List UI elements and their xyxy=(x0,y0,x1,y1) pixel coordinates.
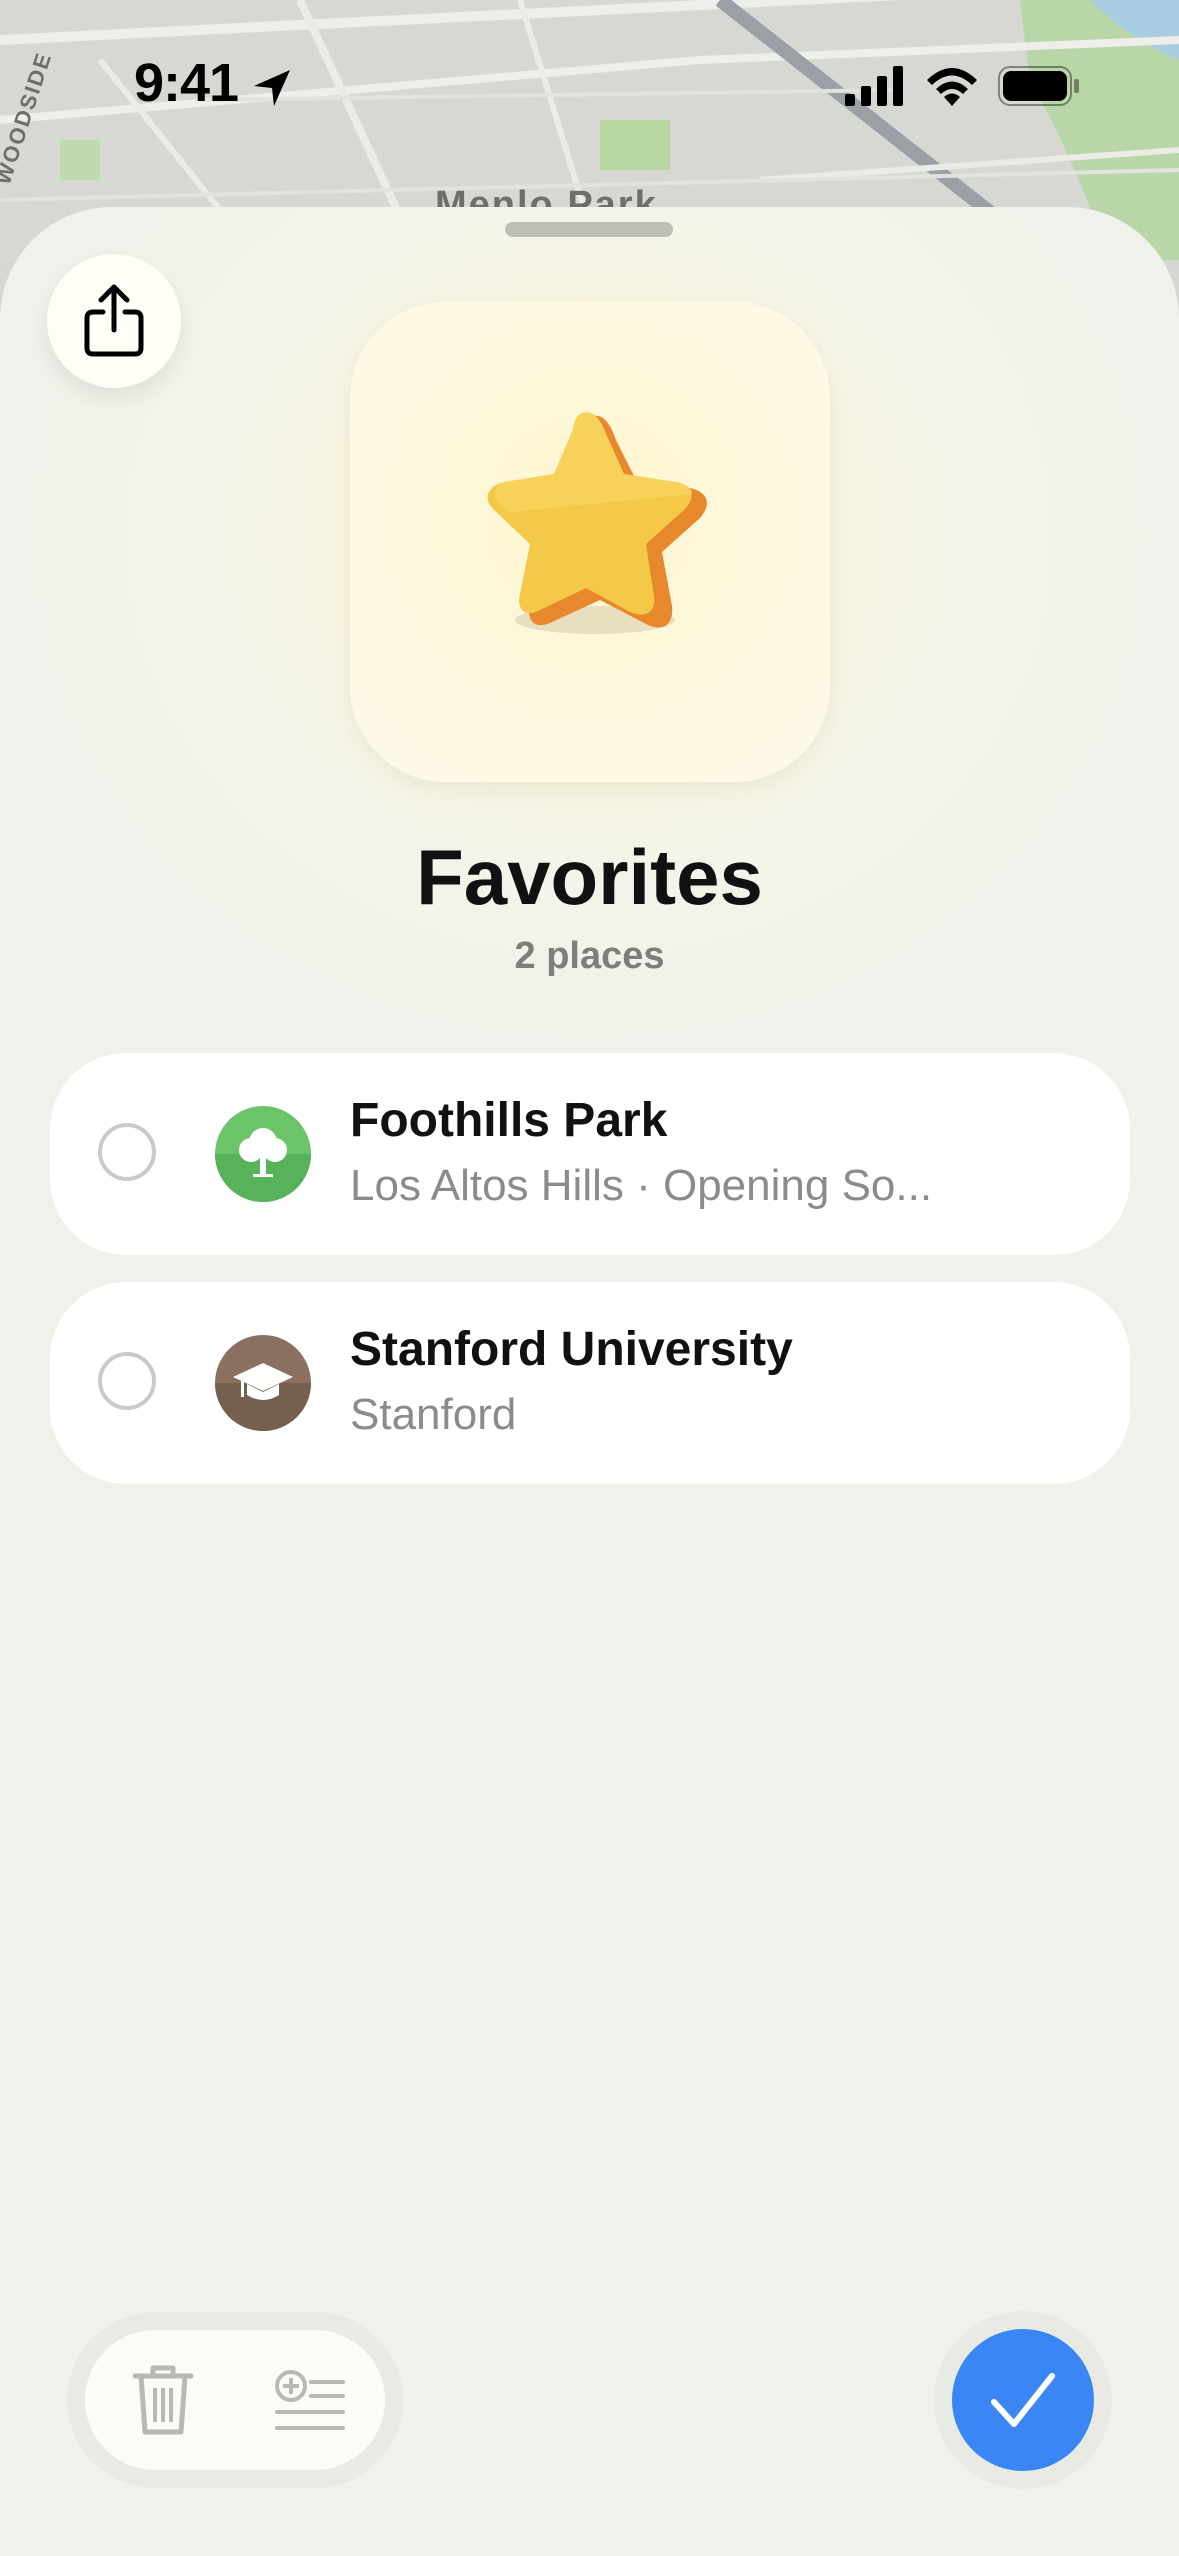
share-button[interactable] xyxy=(47,254,181,388)
battery-icon xyxy=(998,66,1079,106)
share-icon xyxy=(84,284,144,357)
tree-icon xyxy=(215,1106,311,1202)
place-detail: Los Altos Hills · Opening So... xyxy=(350,1161,933,1210)
select-radio[interactable] xyxy=(98,1352,156,1410)
place-detail: Stanford xyxy=(350,1390,517,1439)
add-note-icon[interactable] xyxy=(275,2370,345,2432)
checkmark-icon xyxy=(991,2373,1055,2427)
trash-icon[interactable] xyxy=(125,2362,201,2438)
cellular-signal-icon xyxy=(845,66,903,106)
collection-place-count: 2 places xyxy=(514,935,665,977)
place-row-stanford-university[interactable]: Stanford University Stanford xyxy=(50,1282,1130,1484)
place-name: Foothills Park xyxy=(350,1094,668,1147)
wifi-icon xyxy=(927,68,977,106)
collection-title: Favorites xyxy=(416,833,763,921)
favorites-sheet: Favorites 2 places Foothills Park Los Al… xyxy=(0,207,1179,2556)
select-radio[interactable] xyxy=(98,1123,156,1181)
status-time: 9:41 xyxy=(134,53,239,113)
star-icon xyxy=(487,412,707,634)
graduation-cap-icon xyxy=(215,1335,311,1431)
place-name: Stanford University xyxy=(350,1323,793,1376)
sheet-grabber[interactable] xyxy=(505,222,673,237)
status-bar: 9:41 xyxy=(0,0,1179,170)
edit-toolbar xyxy=(85,2330,385,2470)
done-button[interactable] xyxy=(952,2329,1094,2471)
location-arrow-icon xyxy=(254,70,290,106)
collection-hero-icon xyxy=(350,302,830,782)
place-row-foothills-park[interactable]: Foothills Park Los Altos Hills · Opening… xyxy=(50,1053,1130,1255)
